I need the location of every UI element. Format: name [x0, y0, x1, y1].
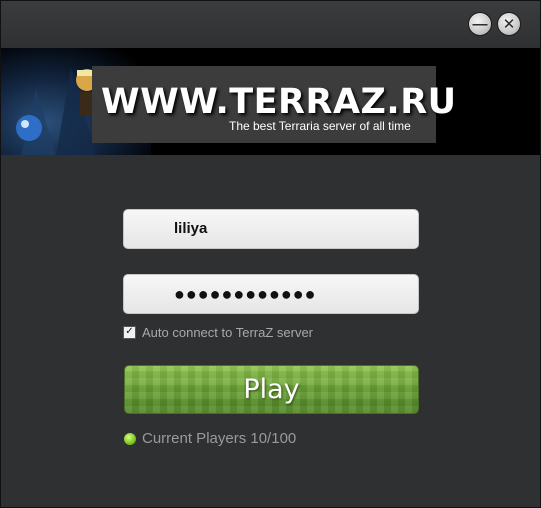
auto-connect-row[interactable]: ✓ Auto connect to TerraZ server — [123, 324, 313, 340]
checkmark-icon: ✓ — [125, 326, 134, 337]
password-field[interactable]: ●●●●●●●●●●●● — [123, 274, 419, 314]
close-button[interactable]: ✕ — [498, 13, 520, 35]
minimize-button[interactable]: — — [469, 13, 491, 35]
auto-connect-label[interactable]: Auto connect to TerraZ server — [142, 325, 313, 340]
auto-connect-checkbox[interactable]: ✓ — [123, 325, 136, 339]
player-status: Current Players 10/100 — [124, 430, 296, 447]
banner-title: WWW.TERRAZ.RU — [101, 82, 457, 122]
banner-subtitle: The best Terraria server of all time — [229, 119, 411, 133]
username-field[interactable]: liliya — [123, 209, 419, 249]
launcher-window: — ✕ WWW.TERRAZ.RU The best Terraria serv… — [0, 0, 541, 508]
minimize-icon: — — [472, 15, 488, 33]
play-button-label: Play — [243, 374, 300, 405]
title-bar[interactable]: — ✕ — [1, 1, 540, 48]
header-banner: WWW.TERRAZ.RU The best Terraria server o… — [1, 48, 540, 155]
current-players-text: Current Players 10/100 — [142, 430, 297, 447]
play-button[interactable]: Play — [124, 365, 419, 414]
online-status-icon — [124, 432, 136, 445]
close-icon: ✕ — [502, 15, 516, 33]
